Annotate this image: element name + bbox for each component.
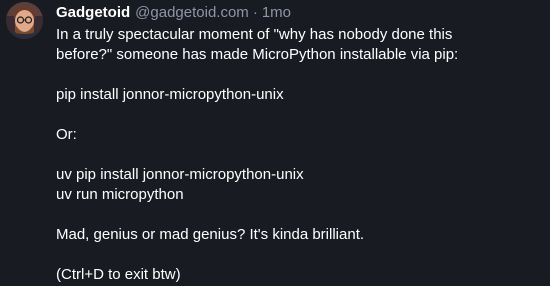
post-paragraph: In a truly spectacular moment of "why ha… <box>56 26 459 64</box>
post-header: Gadgetoid @gadgetoid.com · 1mo <box>56 2 542 23</box>
post-paragraph: (Ctrl+D to exit btw) <box>56 266 181 284</box>
post: Gadgetoid @gadgetoid.com · 1mo In a trul… <box>0 0 550 283</box>
user-handle[interactable]: @gadgetoid.com <box>135 2 249 23</box>
post-paragraph: pip install jonnor-micropython-unix <box>56 86 284 104</box>
user-avatar-icon <box>6 2 43 39</box>
post-content: Gadgetoid @gadgetoid.com · 1mo In a trul… <box>56 2 542 286</box>
avatar[interactable] <box>6 2 43 39</box>
display-name[interactable]: Gadgetoid <box>56 2 130 23</box>
post-paragraph: Mad, genius or mad genius? It's kinda br… <box>56 226 365 244</box>
post-paragraph: Or: <box>56 126 77 144</box>
header-separator: · <box>252 4 258 21</box>
post-paragraph: uv pip install jonnor-micropython-unix u… <box>56 166 304 204</box>
post-body: In a truly spectacular moment of "why ha… <box>56 25 542 286</box>
post-timestamp[interactable]: 1mo <box>262 2 291 23</box>
